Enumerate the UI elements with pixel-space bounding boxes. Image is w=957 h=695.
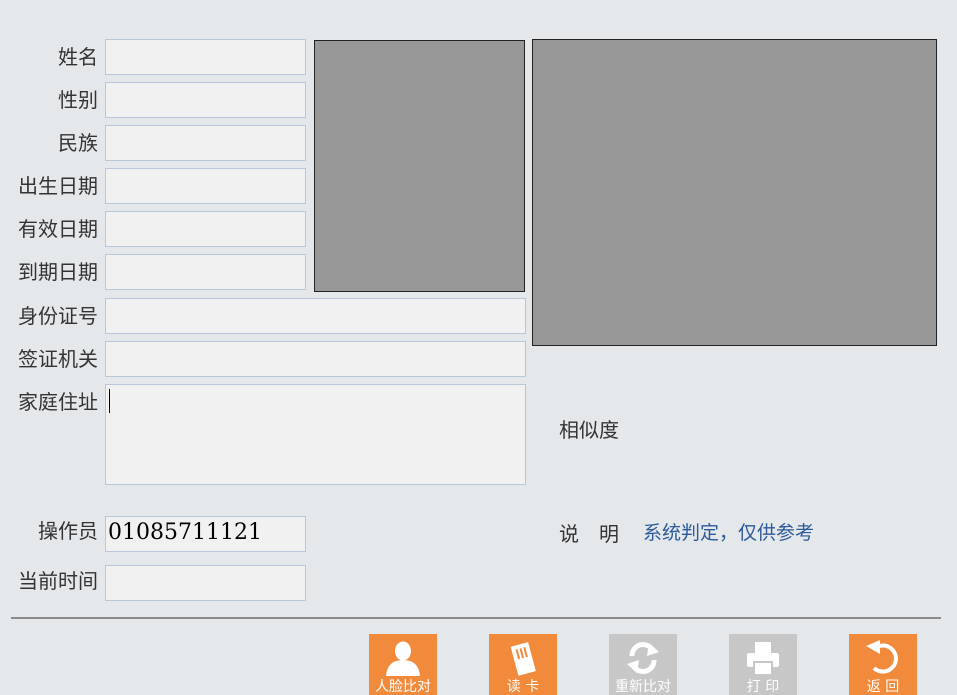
face-compare-label: 人脸比对 — [375, 679, 431, 695]
face-compare-button[interactable]: 人脸比对 — [369, 634, 437, 695]
refresh-icon — [627, 642, 659, 674]
home-address-field[interactable] — [105, 384, 526, 485]
read-card-label: 读 卡 — [506, 679, 540, 695]
text-cursor — [109, 389, 110, 413]
back-button[interactable]: 返 回 — [849, 634, 917, 695]
expiry-date-field[interactable] — [105, 254, 306, 290]
undo-icon — [866, 640, 898, 674]
note-label: 说 明 — [559, 522, 619, 546]
gender-label: 性别 — [58, 88, 98, 112]
id-card-photo — [314, 40, 525, 292]
operator-field[interactable]: 01085711121 — [105, 516, 306, 552]
expiry-date-label: 到期日期 — [18, 260, 98, 284]
read-card-button[interactable]: 读 卡 — [489, 634, 557, 695]
ethnicity-label: 民族 — [58, 131, 98, 155]
similarity-label: 相似度 — [559, 418, 619, 442]
printer-icon — [747, 642, 779, 676]
back-label: 返 回 — [866, 679, 900, 695]
name-label: 姓名 — [58, 45, 98, 69]
valid-date-label: 有效日期 — [18, 217, 98, 241]
current-time-field[interactable] — [105, 565, 306, 601]
live-camera-photo — [532, 39, 937, 346]
issuing-authority-label: 签证机关 — [18, 347, 98, 371]
gender-field[interactable] — [105, 82, 306, 118]
print-button[interactable]: 打 印 — [729, 634, 797, 695]
name-field[interactable] — [105, 39, 306, 75]
current-time-label: 当前时间 — [18, 569, 98, 593]
birth-date-label: 出生日期 — [18, 174, 98, 198]
print-label: 打 印 — [746, 679, 780, 695]
card-icon — [510, 642, 536, 676]
operator-value: 01085711121 — [108, 520, 262, 545]
id-number-field[interactable] — [105, 298, 526, 334]
home-address-label: 家庭住址 — [18, 390, 98, 414]
ethnicity-field[interactable] — [105, 125, 306, 161]
issuing-authority-field[interactable] — [105, 341, 526, 377]
note-text: 系统判定，仅供参考 — [643, 522, 815, 544]
birth-date-field[interactable] — [105, 168, 306, 204]
valid-date-field[interactable] — [105, 211, 306, 247]
person-icon — [386, 641, 420, 676]
operator-label: 操作员 — [38, 519, 98, 543]
recompare-label: 重新比对 — [615, 679, 671, 695]
divider — [11, 617, 941, 619]
id-number-label: 身份证号 — [18, 304, 98, 328]
recompare-button[interactable]: 重新比对 — [609, 634, 677, 695]
